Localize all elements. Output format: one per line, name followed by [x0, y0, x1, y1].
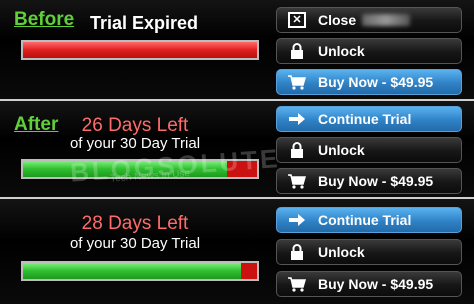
unlock-button[interactable]: Unlock — [276, 38, 462, 64]
before-tag: Before — [14, 9, 75, 30]
blurred-app-name — [362, 14, 411, 26]
trial-subtitle: of your 30 Day Trial — [69, 235, 201, 252]
close-button[interactable]: ✕ Close — [276, 7, 462, 33]
arrow-right-icon — [286, 110, 308, 128]
cart-icon — [286, 172, 308, 190]
trial-expired-heading: Trial Expired — [90, 13, 199, 33]
unlock-button[interactable]: Unlock — [276, 137, 462, 163]
lock-icon — [286, 243, 308, 261]
unlock-button-label: Unlock — [318, 142, 365, 158]
buy-now-button[interactable]: Buy Now - $49.95 — [276, 271, 462, 297]
arrow-right-icon — [286, 211, 308, 229]
before-panel: Before Trial Expired ✕ Close Unlock Buy … — [0, 0, 474, 99]
unlock-button-label: Unlock — [318, 43, 365, 59]
after-panel-28-days: 28 Days Left of your 30 Day Trial Contin… — [0, 199, 474, 304]
buy-now-button-label: Buy Now - $49.95 — [318, 173, 434, 189]
after-progress-fill — [23, 263, 241, 279]
unlock-button-label: Unlock — [318, 244, 365, 260]
continue-trial-label: Continue Trial — [318, 111, 412, 127]
days-left-text: 26 Days Left — [81, 115, 189, 136]
days-left-text: 28 Days Left — [81, 213, 189, 234]
cart-icon — [286, 73, 308, 91]
continue-trial-button[interactable]: Continue Trial — [276, 106, 462, 132]
before-trial-progress-bar — [21, 40, 259, 60]
unlock-button[interactable]: Unlock — [276, 239, 462, 265]
before-progress-fill — [23, 42, 257, 58]
buy-now-button[interactable]: Buy Now - $49.95 — [276, 168, 462, 194]
lock-icon — [286, 42, 308, 60]
close-button-label: Close — [318, 12, 357, 28]
buy-now-button-label: Buy Now - $49.95 — [318, 74, 434, 90]
continue-trial-label: Continue Trial — [318, 212, 412, 228]
continue-trial-button[interactable]: Continue Trial — [276, 207, 462, 233]
cart-icon — [286, 275, 308, 293]
buy-now-button[interactable]: Buy Now - $49.95 — [276, 69, 462, 95]
close-box-icon: ✕ — [286, 11, 308, 29]
buy-now-button-label: Buy Now - $49.95 — [318, 276, 434, 292]
after-trial-progress-bar — [21, 261, 259, 281]
